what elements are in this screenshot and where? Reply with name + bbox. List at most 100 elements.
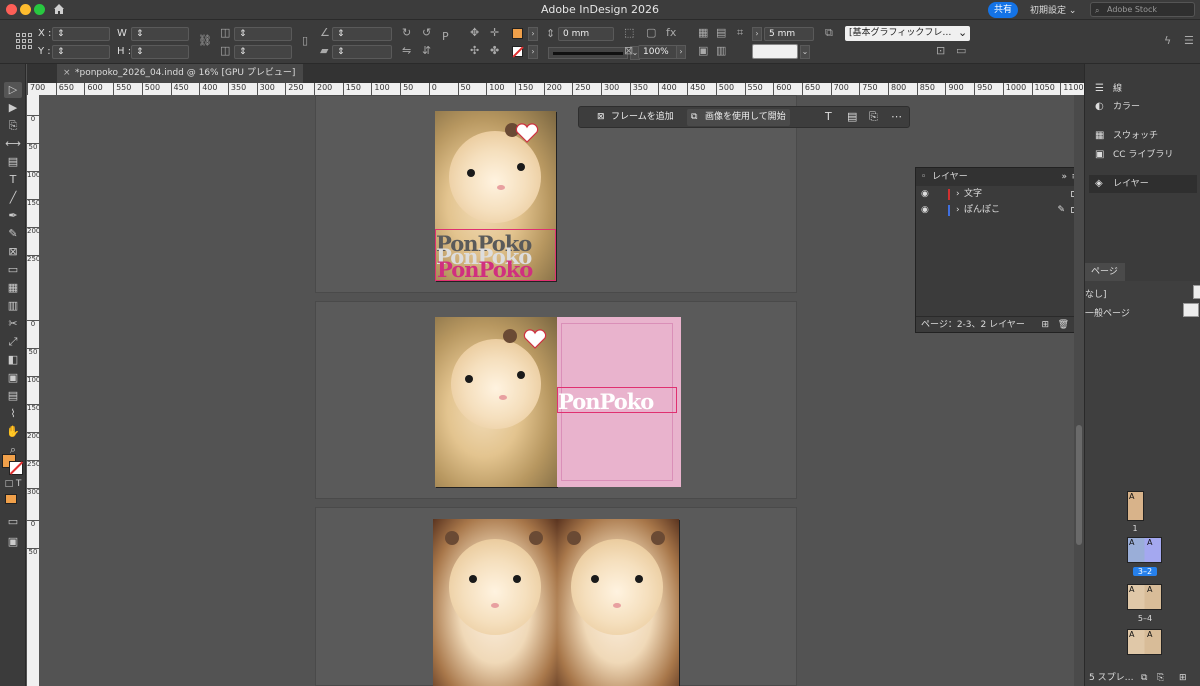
layer-row[interactable]: ◉ › ぽんぽこ ✎ bbox=[916, 202, 1083, 218]
fill-menu-button[interactable]: › bbox=[528, 27, 538, 41]
select-next-icon[interactable]: ✣ bbox=[470, 44, 479, 57]
selection-tool-icon[interactable]: ▷ bbox=[4, 82, 22, 98]
direct-selection-tool-icon[interactable]: ▶ bbox=[4, 100, 22, 116]
none-master-label[interactable]: なし] bbox=[1085, 287, 1107, 300]
selected-text-frame[interactable] bbox=[435, 229, 556, 281]
corner-shape-icon[interactable]: ⌗ bbox=[737, 26, 743, 40]
formatting-container-icon[interactable]: □ T bbox=[4, 476, 22, 492]
new-page-icon[interactable]: ⊞ bbox=[1179, 670, 1187, 686]
page-1[interactable]: PonPoko PonPoko PonPoko bbox=[435, 111, 556, 281]
free-transform-tool-icon[interactable]: ⤢ bbox=[4, 334, 22, 350]
more-options-icon[interactable]: ⋯ bbox=[891, 110, 902, 123]
note-tool-icon[interactable]: ▤ bbox=[4, 388, 22, 404]
trash-icon[interactable]: 🗑 bbox=[1058, 317, 1069, 333]
add-frame-button[interactable]: ⊠ フレームを追加 bbox=[593, 109, 678, 126]
stroke-weight-field[interactable]: 0 mm bbox=[558, 27, 614, 41]
minimize-window-button[interactable] bbox=[20, 4, 31, 15]
close-window-button[interactable] bbox=[6, 4, 17, 15]
page-thumbnail[interactable]: A bbox=[1127, 491, 1144, 521]
eyedropper-tool-icon[interactable]: ⌇ bbox=[4, 406, 22, 422]
new-layer-icon[interactable]: ⊞ bbox=[1041, 317, 1049, 333]
line-tool-icon[interactable]: ╱ bbox=[4, 190, 22, 206]
corner-style-dropdown[interactable]: ⌄ bbox=[800, 45, 810, 59]
drop-shadow-icon[interactable]: ▢ bbox=[646, 26, 656, 39]
expand-panel-icon[interactable]: » bbox=[1061, 168, 1067, 186]
swatches-panel-tab[interactable]: ▦ スウォッチ bbox=[1089, 127, 1197, 145]
page-5[interactable] bbox=[557, 519, 679, 686]
home-icon[interactable] bbox=[52, 2, 66, 16]
color-panel-tab[interactable]: ◐ カラー bbox=[1089, 98, 1197, 116]
apply-color-swatch[interactable] bbox=[5, 494, 17, 504]
gradient-feather-icon[interactable]: ▣ bbox=[4, 370, 22, 386]
page-4[interactable] bbox=[433, 519, 557, 686]
x-field[interactable]: ⇕ bbox=[52, 27, 110, 41]
pencil-tool-icon[interactable]: ✎ bbox=[4, 226, 22, 242]
horizontal-ruler[interactable]: 700 650 600 550 500 450 400 350 300 250 200 150 100 5… bbox=[27, 83, 1084, 95]
corner-size-field[interactable]: 5 mm bbox=[764, 27, 814, 41]
y-field[interactable]: ⇕ bbox=[52, 45, 110, 59]
rotate-ccw-icon[interactable]: ↺ bbox=[422, 26, 431, 39]
type-tool-icon[interactable]: T bbox=[4, 172, 22, 188]
effects-fx-icon[interactable]: fx bbox=[666, 26, 676, 39]
none-master-thumb[interactable] bbox=[1193, 285, 1200, 299]
adobe-stock-search[interactable]: ⌕ Adobe Stock bbox=[1090, 2, 1195, 17]
spread-thumbnail-selected[interactable]: A A bbox=[1127, 537, 1162, 563]
scale-y-field[interactable]: ⇕ bbox=[234, 45, 292, 59]
hand-tool-icon[interactable]: ✋ bbox=[4, 424, 22, 440]
grid-tool-icon[interactable]: ▥ bbox=[4, 298, 22, 314]
type-icon[interactable]: T bbox=[825, 110, 832, 123]
stroke-menu-button[interactable]: › bbox=[528, 45, 538, 59]
clear-overrides-icon[interactable]: ⊡ bbox=[936, 44, 945, 57]
rotate-angle-field[interactable]: ⇕ bbox=[332, 27, 392, 41]
start-with-image-button[interactable]: ⧉ 画像を使用して開始 bbox=[687, 109, 790, 126]
opacity-menu-button[interactable]: › bbox=[676, 45, 686, 59]
collapse-icon[interactable]: ◦ bbox=[921, 168, 926, 186]
document-icon[interactable]: ▤ bbox=[847, 110, 857, 123]
workspace-switcher[interactable]: 初期設定 ⌄ bbox=[1030, 3, 1076, 16]
lightning-icon[interactable]: ϟ bbox=[1164, 34, 1171, 47]
apply-style-icon[interactable]: ▭ bbox=[956, 44, 966, 57]
wrap-bounding-icon[interactable]: ▤ bbox=[716, 26, 726, 39]
fill-color-swatch[interactable] bbox=[512, 28, 523, 39]
page-tool-icon[interactable]: ⎘ bbox=[4, 118, 22, 134]
panel-options-icon[interactable]: ☰ bbox=[1184, 34, 1194, 47]
page-3[interactable]: PonPoko bbox=[557, 317, 681, 487]
visibility-eye-icon[interactable]: ◉ bbox=[921, 202, 929, 218]
corner-shape-menu[interactable]: › bbox=[752, 27, 762, 41]
select-child-icon[interactable]: ✤ bbox=[490, 44, 499, 57]
document-tab[interactable]: × *ponpoko_2026_04.indd @ 16% [GPU プレビュー… bbox=[57, 64, 304, 83]
table-tool-icon[interactable]: ▦ bbox=[4, 280, 22, 296]
rotate-cw-icon[interactable]: ↻ bbox=[402, 26, 411, 39]
scroll-thumb[interactable] bbox=[1076, 425, 1082, 545]
frame-fitting-icon[interactable]: ⬚ bbox=[624, 26, 634, 39]
spread-thumbnail[interactable]: A A bbox=[1127, 584, 1162, 610]
share-button[interactable]: 共有 bbox=[988, 2, 1018, 18]
stroke-type-select[interactable] bbox=[548, 47, 628, 59]
selected-text-frame[interactable] bbox=[557, 387, 677, 413]
pages-panel-tab[interactable]: ページ bbox=[1085, 263, 1125, 281]
constrain-scale-icon[interactable]: ▯ bbox=[302, 34, 308, 47]
gradient-tool-icon[interactable]: ◧ bbox=[4, 352, 22, 368]
shear-angle-field[interactable]: ⇕ bbox=[332, 45, 392, 59]
layers-panel-header[interactable]: ◦ レイヤー » ≡ bbox=[916, 168, 1083, 186]
canvas-vertical-scrollbar[interactable] bbox=[1074, 95, 1084, 686]
toolbar-stroke-swatch[interactable] bbox=[9, 461, 23, 475]
reference-point-grid[interactable] bbox=[16, 33, 32, 49]
opacity-field[interactable]: 100% bbox=[638, 45, 678, 59]
chevron-down-icon[interactable]: ⌄ bbox=[958, 26, 967, 39]
flip-vertical-icon[interactable]: ⇵ bbox=[422, 44, 431, 57]
preview-mode-icon[interactable]: ▣ bbox=[4, 534, 22, 550]
chevron-right-icon[interactable]: › bbox=[956, 202, 960, 218]
scale-x-field[interactable]: ⇕ bbox=[234, 27, 292, 41]
parent-page-thumb[interactable] bbox=[1183, 303, 1199, 317]
stroke-panel-tab[interactable]: ☰ 線 bbox=[1089, 80, 1197, 98]
w-field[interactable]: ⇕ bbox=[131, 27, 189, 41]
wrap-object-icon[interactable]: ▣ bbox=[698, 44, 708, 57]
rectangle-tool-icon[interactable]: ▭ bbox=[4, 262, 22, 278]
page-2[interactable] bbox=[435, 317, 557, 487]
spread-thumbnail[interactable]: A A bbox=[1127, 629, 1162, 655]
close-icon[interactable]: × bbox=[63, 64, 71, 83]
pen-tool-icon[interactable]: ✒ bbox=[4, 208, 22, 224]
cc-libraries-panel-tab[interactable]: ▣ CC ライブラリ bbox=[1089, 146, 1197, 164]
gap-tool-icon[interactable]: ⟷ bbox=[4, 136, 22, 152]
